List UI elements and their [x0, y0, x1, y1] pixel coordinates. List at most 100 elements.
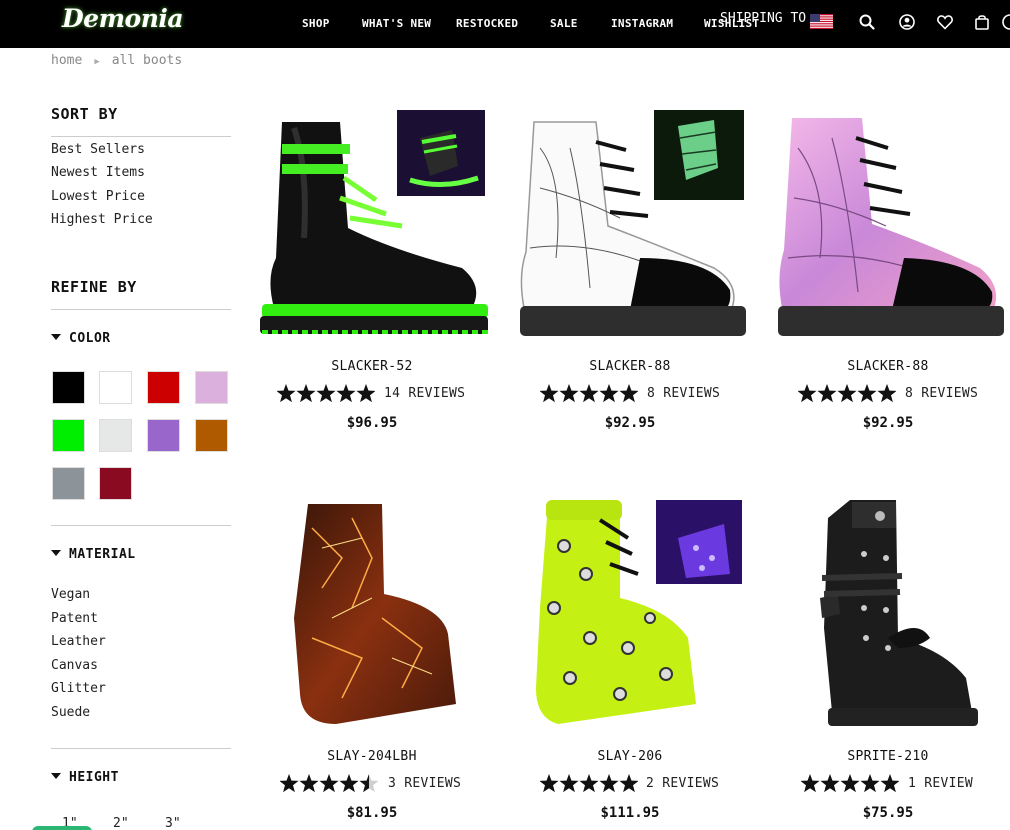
color-swatch[interactable]: [99, 371, 132, 404]
star-filled-icon: [877, 384, 896, 403]
product-rating: 8 REVIEWS: [510, 383, 750, 405]
divider: [51, 525, 231, 526]
material-glitter[interactable]: Glitter: [51, 681, 106, 696]
star-filled-icon: [840, 774, 860, 793]
material-suede[interactable]: Suede: [51, 705, 90, 720]
product-rating: 14 REVIEWS: [252, 383, 492, 405]
nav-restocked[interactable]: RESTOCKED: [456, 17, 518, 30]
star-filled-icon: [339, 774, 359, 793]
star-filled-icon: [296, 384, 316, 403]
star-rating-icon: [540, 774, 638, 793]
star-filled-icon: [619, 384, 638, 403]
product-rating: 2 REVIEWS: [510, 773, 750, 795]
search-icon[interactable]: [858, 13, 876, 31]
caret-down-icon: [51, 333, 61, 340]
star-filled-icon: [857, 384, 877, 403]
color-swatch[interactable]: [52, 371, 85, 404]
product-image[interactable]: [252, 498, 492, 733]
chevron-right-icon: ▶: [94, 57, 100, 67]
breadcrumb-home[interactable]: home: [51, 53, 82, 68]
product-name[interactable]: SLACKER-88: [768, 359, 1008, 374]
review-count[interactable]: 1 REVIEW: [908, 776, 973, 791]
product-name[interactable]: SLACKER-52: [252, 359, 492, 374]
product-rating: 3 REVIEWS: [252, 773, 492, 795]
star-rating-icon: [801, 774, 899, 793]
sort-highest-price[interactable]: Highest Price: [51, 212, 153, 227]
material-vegan[interactable]: Vegan: [51, 587, 90, 602]
height-option-3in[interactable]: 3": [165, 816, 181, 830]
color-swatch[interactable]: [52, 419, 85, 452]
product-name[interactable]: SLAY-206: [510, 749, 750, 764]
product-rating: 8 REVIEWS: [768, 383, 1008, 405]
nav-shop[interactable]: SHOP: [302, 17, 330, 30]
chat-widget-button[interactable]: [32, 826, 92, 830]
refine-heading: REFINE BY: [51, 278, 137, 296]
star-rating-icon: [540, 384, 638, 403]
color-swatch[interactable]: [52, 467, 85, 500]
color-swatch[interactable]: [99, 419, 132, 452]
product-image[interactable]: [510, 108, 750, 343]
star-filled-icon: [299, 774, 319, 793]
color-swatch[interactable]: [195, 371, 228, 404]
color-swatch[interactable]: [99, 467, 132, 500]
review-count[interactable]: 3 REVIEWS: [388, 776, 461, 791]
sort-newest-items[interactable]: Newest Items: [51, 165, 145, 180]
account-icon[interactable]: [898, 13, 916, 31]
product-price: $96.95: [346, 415, 398, 431]
breadcrumb: home ▶ all boots: [51, 53, 182, 68]
shipping-to-label[interactable]: SHIPPING TO: [720, 11, 806, 26]
breadcrumb-current: all boots: [111, 53, 183, 68]
nav-sale[interactable]: SALE: [550, 17, 578, 30]
star-rating-icon: [277, 384, 375, 403]
color-swatch[interactable]: [147, 371, 180, 404]
star-filled-icon: [280, 774, 299, 793]
top-navbar: Demonia SHOP WHAT'S NEW RESTOCKED SALE I…: [0, 0, 1010, 48]
color-filter-toggle[interactable]: COLOR: [51, 331, 111, 346]
heart-icon[interactable]: [936, 13, 954, 31]
height-option-2in[interactable]: 2": [113, 816, 129, 830]
height-filter-toggle[interactable]: HEIGHT: [51, 770, 119, 785]
product-name[interactable]: SLAY-204LBH: [252, 749, 492, 764]
cart-count-icon[interactable]: [1001, 13, 1010, 31]
review-count[interactable]: 2 REVIEWS: [646, 776, 719, 791]
star-filled-icon: [579, 384, 599, 403]
material-canvas[interactable]: Canvas: [51, 658, 98, 673]
star-filled-icon: [559, 384, 579, 403]
sort-lowest-price[interactable]: Lowest Price: [51, 189, 145, 204]
color-swatch[interactable]: [195, 419, 228, 452]
nav-whats-new[interactable]: WHAT'S NEW: [362, 17, 431, 30]
star-filled-icon: [817, 384, 837, 403]
product-price: $111.95: [600, 805, 660, 821]
review-count[interactable]: 8 REVIEWS: [905, 386, 978, 401]
product-image[interactable]: [252, 108, 492, 343]
caret-down-icon: [51, 549, 61, 556]
product-price: $92.95: [862, 415, 914, 431]
review-count[interactable]: 14 REVIEWS: [384, 386, 465, 401]
star-filled-icon: [336, 384, 356, 403]
material-patent[interactable]: Patent: [51, 611, 98, 626]
review-count[interactable]: 8 REVIEWS: [647, 386, 720, 401]
product-image[interactable]: [768, 108, 1008, 343]
product-name[interactable]: SPRITE-210: [768, 749, 1008, 764]
star-filled-icon: [880, 774, 899, 793]
star-filled-icon: [820, 774, 840, 793]
height-filter-label: HEIGHT: [69, 770, 119, 785]
star-filled-icon: [277, 384, 296, 403]
cart-bag-icon[interactable]: [973, 13, 991, 31]
material-leather[interactable]: Leather: [51, 634, 106, 649]
sort-best-sellers[interactable]: Best Sellers: [51, 142, 145, 157]
product-image[interactable]: [768, 498, 1008, 733]
product-name[interactable]: SLACKER-88: [510, 359, 750, 374]
product-image[interactable]: [510, 498, 750, 733]
material-filter-label: MATERIAL: [69, 547, 136, 562]
material-filter-toggle[interactable]: MATERIAL: [51, 547, 136, 562]
product-price: $92.95: [604, 415, 656, 431]
star-filled-icon: [579, 774, 599, 793]
color-swatch[interactable]: [147, 419, 180, 452]
star-filled-icon: [316, 384, 336, 403]
star-filled-icon: [319, 774, 339, 793]
star-filled-icon: [540, 384, 559, 403]
nav-instagram[interactable]: INSTAGRAM: [611, 17, 673, 30]
color-filter-label: COLOR: [69, 331, 111, 346]
us-flag-icon[interactable]: [810, 14, 833, 29]
